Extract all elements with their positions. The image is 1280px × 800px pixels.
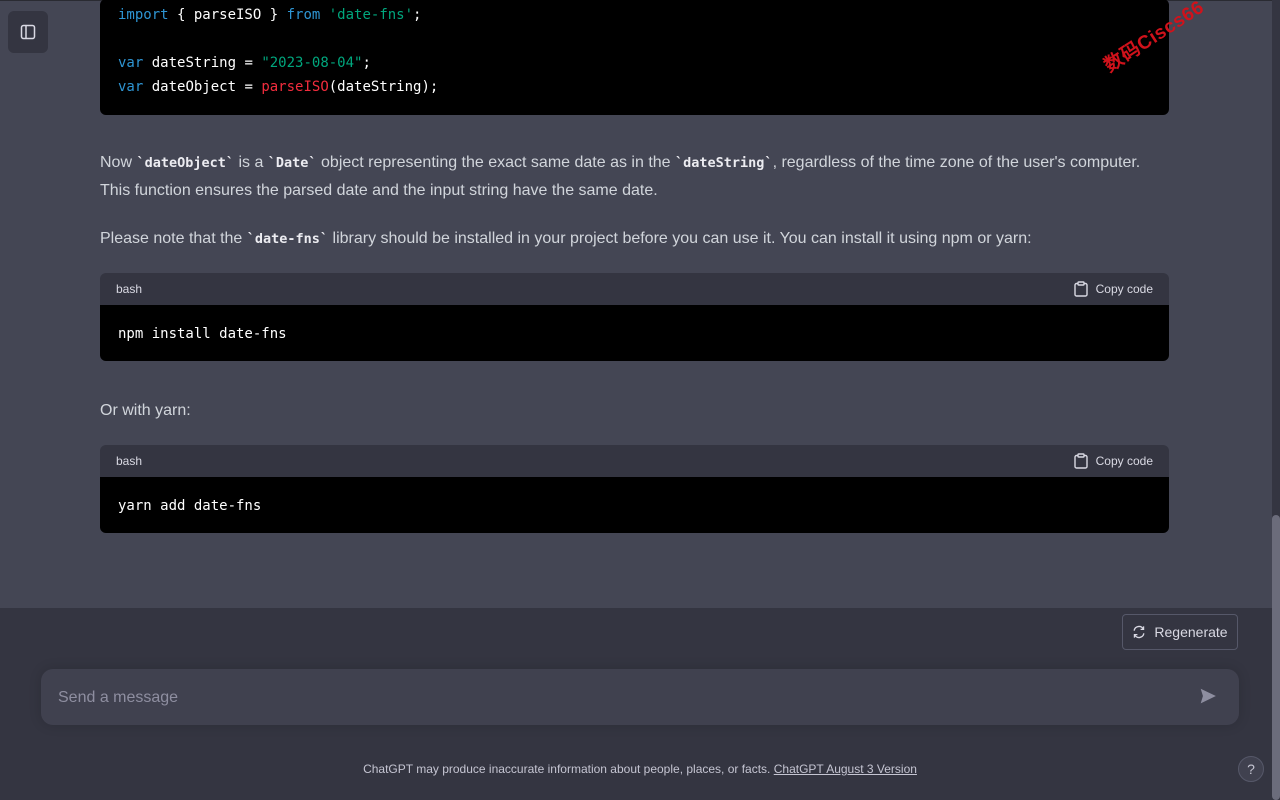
send-button[interactable]: [1199, 687, 1221, 707]
code-token: "2023-08-04": [261, 55, 363, 71]
code-token: parseISO: [261, 79, 329, 95]
code-block-npm: bash Copy code npm install date-fns: [100, 273, 1169, 361]
footer-note-text: ChatGPT may produce inaccurate informati…: [363, 762, 774, 776]
code-line: var dateString = "2023-08-04";: [118, 51, 1151, 75]
code-body: import { parseISO } from 'date-fns'; var…: [100, 0, 1169, 115]
scrollbar-thumb[interactable]: [1272, 515, 1280, 800]
code-token: var: [118, 55, 144, 71]
copy-code-button[interactable]: Copy code: [1073, 453, 1153, 469]
code-block-js: import { parseISO } from 'date-fns'; var…: [100, 0, 1169, 115]
code-token: from: [286, 7, 321, 23]
inline-code: `dateObject`: [136, 155, 234, 171]
code-language-label: bash: [116, 454, 143, 468]
code-body: npm install date-fns: [100, 305, 1169, 361]
code-token: npm install date-fns: [118, 326, 287, 342]
version-link[interactable]: ChatGPT August 3 Version: [774, 762, 917, 776]
paragraph-text: Or with yarn:: [100, 402, 191, 419]
code-token: yarn add date-fns: [118, 498, 262, 514]
code-token: dateObject =: [143, 79, 262, 95]
sidebar-toggle-button[interactable]: [8, 11, 48, 53]
copy-code-button[interactable]: Copy code: [1073, 281, 1153, 297]
clipboard-icon: [1073, 453, 1088, 469]
regenerate-button[interactable]: Regenerate: [1122, 614, 1238, 650]
code-token: dateString =: [143, 55, 262, 71]
code-body: yarn add date-fns: [100, 477, 1169, 533]
paragraph-install-note: Please note that the `date-fns` library …: [100, 225, 1160, 253]
code-token: ;: [413, 7, 422, 23]
code-token: 'date-fns': [328, 7, 414, 23]
clipboard-icon: [1073, 281, 1088, 297]
code-line: var dateObject = parseISO(dateString);: [118, 75, 1151, 99]
code-token: { parseISO }: [168, 7, 287, 23]
code-block-yarn: bash Copy code yarn add date-fns: [100, 445, 1169, 533]
paragraph-text: object representing the exact same date …: [316, 154, 676, 171]
paragraph-text: library should be installed in your proj…: [328, 230, 1032, 247]
sidebar-toggle-icon: [20, 24, 36, 40]
code-language-label: bash: [116, 282, 143, 296]
code-line: yarn add date-fns: [118, 494, 1151, 518]
help-button[interactable]: ?: [1238, 756, 1264, 782]
copy-code-label: Copy code: [1095, 454, 1153, 468]
copy-code-label: Copy code: [1095, 282, 1153, 296]
code-line: npm install date-fns: [118, 322, 1151, 346]
question-mark-icon: ?: [1247, 761, 1255, 777]
paragraph-text: is a: [234, 154, 268, 171]
regenerate-label: Regenerate: [1154, 624, 1228, 640]
paragraph-dateobject-explanation: Now `dateObject` is a `Date` object repr…: [100, 149, 1160, 205]
inline-code: `dateString`: [675, 155, 773, 171]
refresh-icon: [1133, 625, 1145, 639]
send-icon: [1200, 688, 1216, 704]
code-token: ;: [362, 55, 371, 71]
paragraph-or-with-yarn: Or with yarn:: [100, 397, 1160, 425]
code-token: import: [118, 7, 169, 23]
paragraph-text: Please note that the: [100, 230, 247, 247]
code-line: import { parseISO } from 'date-fns';: [118, 3, 1151, 27]
inline-code: `date-fns`: [246, 231, 329, 247]
message-composer: [41, 669, 1239, 725]
code-header: bash Copy code: [100, 445, 1169, 477]
footer-disclaimer: ChatGPT may produce inaccurate informati…: [0, 762, 1280, 776]
code-token: (dateString);: [328, 79, 439, 95]
message-input[interactable]: [56, 684, 1180, 712]
code-header: bash Copy code: [100, 273, 1169, 305]
code-token: var: [118, 79, 144, 95]
paragraph-text: Now: [100, 154, 137, 171]
inline-code: `Date`: [267, 155, 317, 171]
